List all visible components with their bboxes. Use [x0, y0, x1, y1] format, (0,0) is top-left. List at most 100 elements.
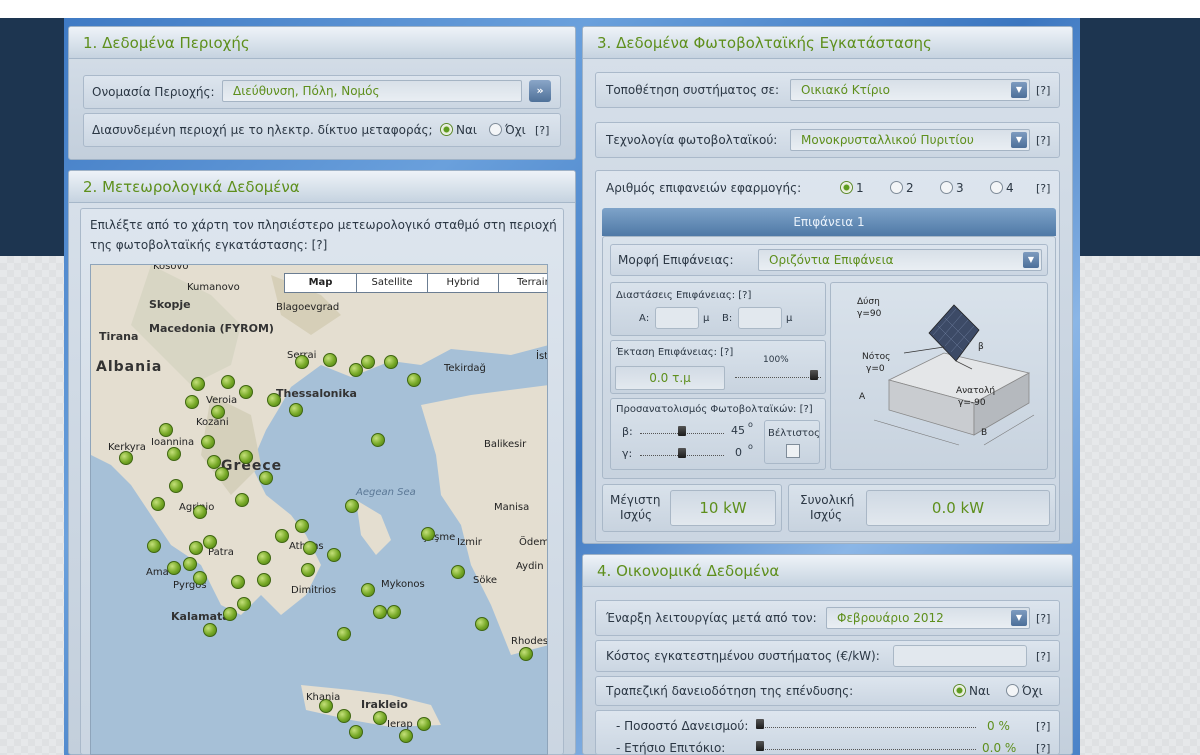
weather-station-marker[interactable] — [193, 571, 207, 585]
start-date-help-link[interactable]: [?] — [1036, 612, 1050, 625]
extent-slider-knob[interactable] — [810, 370, 818, 380]
placement-help-link[interactable]: [?] — [1036, 84, 1050, 97]
weather-station-marker[interactable] — [211, 405, 225, 419]
weather-station-marker[interactable] — [319, 699, 333, 713]
technology-select[interactable]: Μονοκρυσταλλικού Πυριτίου ▼ — [790, 129, 1030, 151]
weather-station-marker[interactable] — [119, 451, 133, 465]
interest-help-link[interactable]: [?] — [1036, 742, 1050, 755]
weather-station-marker[interactable] — [189, 541, 203, 555]
weather-station-marker[interactable] — [215, 467, 229, 481]
tab-surface-1[interactable]: Επιφάνεια 1 — [602, 208, 1056, 236]
weather-station-marker[interactable] — [361, 583, 375, 597]
surfaces-radio-2[interactable]: 2 — [890, 181, 914, 195]
weather-station-marker[interactable] — [257, 573, 271, 587]
weather-station-marker[interactable] — [337, 709, 351, 723]
weather-station-marker[interactable] — [373, 605, 387, 619]
grid-yes-radio[interactable]: Ναι — [440, 123, 477, 137]
loan-percent-label: - Ποσοστό Δανεισμού: — [616, 719, 749, 733]
loan-percent-help-link[interactable]: [?] — [1036, 720, 1050, 733]
weather-station-marker[interactable] — [301, 563, 315, 577]
weather-station-marker[interactable] — [235, 493, 249, 507]
weather-station-marker[interactable] — [387, 605, 401, 619]
gamma-slider-knob[interactable] — [678, 448, 686, 458]
grid-no-radio[interactable]: Όχι — [489, 123, 526, 137]
map-tab-terrain[interactable]: Terrain — [498, 274, 547, 292]
weather-station-marker[interactable] — [193, 505, 207, 519]
weather-station-marker[interactable] — [345, 499, 359, 513]
weather-station-marker[interactable] — [303, 541, 317, 555]
weather-station-marker[interactable] — [373, 711, 387, 725]
weather-station-marker[interactable] — [203, 623, 217, 637]
surfaces-radio-4[interactable]: 4 — [990, 181, 1014, 195]
map-tab-hybrid[interactable]: Hybrid — [427, 274, 498, 292]
placement-select[interactable]: Οικιακό Κτίριο ▼ — [790, 79, 1030, 101]
map-tab-satellite[interactable]: Satellite — [356, 274, 427, 292]
interest-slider-knob[interactable] — [756, 741, 764, 751]
extent-slider-track[interactable] — [735, 372, 821, 378]
beta-slider-knob[interactable] — [678, 426, 686, 436]
weather-station-marker[interactable] — [167, 447, 181, 461]
weather-station-marker[interactable] — [169, 479, 183, 493]
weather-station-marker[interactable] — [231, 575, 245, 589]
weather-station-marker[interactable] — [239, 385, 253, 399]
map-tab-map[interactable]: Map — [285, 274, 356, 292]
weather-station-marker[interactable] — [417, 717, 431, 731]
weather-station-marker[interactable] — [259, 471, 273, 485]
weather-station-marker[interactable] — [223, 607, 237, 621]
weather-station-marker[interactable] — [203, 535, 217, 549]
weather-station-marker[interactable] — [257, 551, 271, 565]
interest-slider-track[interactable] — [758, 744, 976, 750]
weather-station-marker[interactable] — [295, 355, 309, 369]
weather-station-marker[interactable] — [295, 519, 309, 533]
start-date-value: Φεβρουάριο 2012 — [837, 611, 944, 625]
weather-station-marker[interactable] — [151, 497, 165, 511]
weather-station-marker[interactable] — [201, 435, 215, 449]
weather-station-marker[interactable] — [349, 725, 363, 739]
loan-percent-slider-knob[interactable] — [756, 719, 764, 729]
weather-station-marker[interactable] — [167, 561, 181, 575]
system-cost-input[interactable] — [893, 645, 1027, 667]
weather-station-marker[interactable] — [361, 355, 375, 369]
weather-station-marker[interactable] — [183, 557, 197, 571]
weather-station-marker[interactable] — [384, 355, 398, 369]
surfaces-help-link[interactable]: [?] — [1036, 182, 1050, 195]
technology-help-link[interactable]: [?] — [1036, 134, 1050, 147]
beta-label: β: — [622, 425, 633, 438]
weather-station-marker[interactable] — [289, 403, 303, 417]
weather-station-marker[interactable] — [407, 373, 421, 387]
optimal-checkbox[interactable] — [786, 444, 800, 458]
extent-value: 0.0 τ.μ — [615, 366, 725, 390]
weather-station-marker[interactable] — [267, 393, 281, 407]
dim-b-input[interactable] — [738, 307, 782, 329]
grid-help-link[interactable]: [?] — [535, 124, 549, 137]
weather-station-marker[interactable] — [337, 627, 351, 641]
weather-station-marker[interactable] — [399, 729, 413, 743]
dim-a-input[interactable] — [655, 307, 699, 329]
weather-station-map[interactable]: Map Satellite Hybrid Terrain Kosovo Kuma… — [90, 264, 548, 755]
loan-no-radio[interactable]: Όχι — [1006, 684, 1043, 698]
start-date-select[interactable]: Φεβρουάριο 2012 ▼ — [826, 607, 1030, 629]
weather-station-marker[interactable] — [159, 423, 173, 437]
weather-station-marker[interactable] — [327, 548, 341, 562]
weather-station-marker[interactable] — [475, 617, 489, 631]
weather-station-marker[interactable] — [237, 597, 251, 611]
weather-station-marker[interactable] — [451, 565, 465, 579]
loan-yes-radio[interactable]: Ναι — [953, 684, 990, 698]
weather-station-marker[interactable] — [185, 395, 199, 409]
area-search-button[interactable]: » — [529, 80, 551, 102]
weather-station-marker[interactable] — [147, 539, 161, 553]
weather-station-marker[interactable] — [239, 450, 253, 464]
system-cost-help-link[interactable]: [?] — [1036, 650, 1050, 663]
surfaces-radio-1[interactable]: 1 — [840, 181, 864, 195]
area-name-input[interactable]: Διεύθυνση, Πόλη, Νομός — [222, 80, 522, 102]
weather-station-marker[interactable] — [275, 529, 289, 543]
weather-station-marker[interactable] — [421, 527, 435, 541]
weather-station-marker[interactable] — [519, 647, 533, 661]
surfaces-radio-3[interactable]: 3 — [940, 181, 964, 195]
surface-shape-select[interactable]: Οριζόντια Επιφάνεια ▼ — [758, 249, 1042, 271]
weather-station-marker[interactable] — [371, 433, 385, 447]
weather-station-marker[interactable] — [323, 353, 337, 367]
weather-station-marker[interactable] — [221, 375, 235, 389]
weather-station-marker[interactable] — [191, 377, 205, 391]
loan-percent-slider-track[interactable] — [758, 722, 976, 728]
